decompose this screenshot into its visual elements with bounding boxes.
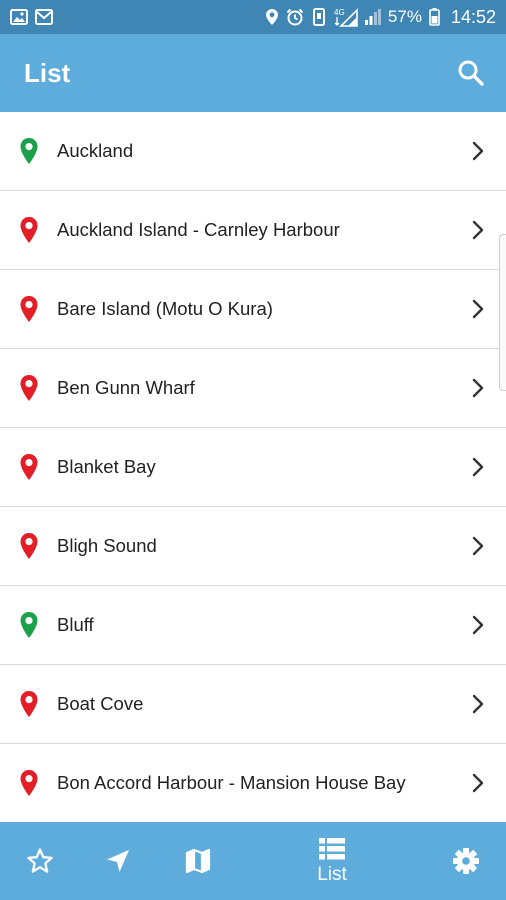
search-icon — [458, 60, 484, 86]
list-item[interactable]: Auckland — [0, 112, 506, 191]
vibrate-icon — [311, 8, 327, 26]
location-name: Bluff — [57, 614, 94, 635]
list-item[interactable]: Bon Accord Harbour - Mansion House Bay — [0, 744, 506, 822]
map-pin-icon — [18, 768, 40, 798]
map-icon — [185, 848, 211, 874]
alarm-icon — [286, 8, 304, 26]
chevron-right-icon — [470, 457, 486, 477]
email-icon — [35, 9, 53, 25]
4g-signal-icon: 4G — [334, 7, 358, 27]
svg-text:4G: 4G — [334, 8, 345, 17]
chevron-right-icon — [470, 536, 486, 556]
map-pin-icon — [18, 610, 40, 640]
clock-time: 14:52 — [450, 6, 496, 27]
nav-settings-button[interactable] — [444, 822, 488, 900]
page-title: List — [24, 57, 71, 88]
list-item[interactable]: Ben Gunn Wharf — [0, 349, 506, 428]
nav-list-label: List — [317, 863, 347, 885]
map-pin-icon — [18, 689, 40, 719]
map-pin-icon — [18, 373, 40, 403]
map-pin-icon — [18, 215, 40, 245]
location-name: Boat Cove — [57, 693, 144, 714]
chevron-right-icon — [470, 773, 486, 793]
scroll-handle[interactable] — [499, 234, 506, 391]
chevron-right-icon — [470, 378, 486, 398]
battery-icon — [429, 8, 440, 26]
bottom-nav: List — [0, 822, 506, 900]
list-item[interactable]: Auckland Island - Carnley Harbour — [0, 191, 506, 270]
list-item[interactable]: Bare Island (Motu O Kura) — [0, 270, 506, 349]
map-pin-icon — [18, 136, 40, 166]
location-icon — [265, 8, 279, 26]
signal-icon — [364, 8, 381, 26]
list-item[interactable]: Bligh Sound — [0, 507, 506, 586]
navigation-arrow-icon — [107, 850, 129, 872]
status-left — [10, 9, 53, 25]
location-name: Bon Accord Harbour - Mansion House Bay — [57, 772, 406, 793]
location-list[interactable]: Auckland Auckland Island - Carnley Harbou… — [0, 112, 506, 822]
location-name: Auckland — [57, 140, 134, 161]
star-icon — [27, 848, 53, 873]
chevron-right-icon — [470, 141, 486, 161]
chevron-right-icon — [470, 220, 486, 240]
location-name: Ben Gunn Wharf — [57, 377, 195, 398]
status-bar: 4G 57% 14:52 — [0, 0, 506, 34]
list-item[interactable]: Blanket Bay — [0, 428, 506, 507]
list-item[interactable]: Bluff — [0, 586, 506, 665]
map-pin-icon — [18, 531, 40, 561]
gear-icon — [453, 848, 479, 874]
nav-list-button[interactable]: List — [300, 822, 364, 900]
location-name: Bligh Sound — [57, 535, 157, 556]
map-pin-icon — [18, 294, 40, 324]
chevron-right-icon — [470, 615, 486, 635]
map-pin-icon — [18, 452, 40, 482]
location-name: Blanket Bay — [57, 456, 156, 477]
nav-favorites-button[interactable] — [18, 822, 62, 900]
chevron-right-icon — [470, 694, 486, 714]
search-button[interactable] — [456, 58, 486, 88]
battery-percent: 57% — [387, 7, 422, 26]
chevron-right-icon — [470, 299, 486, 319]
location-name: Auckland Island - Carnley Harbour — [57, 219, 340, 240]
list-icon — [319, 837, 345, 859]
app-bar: List — [0, 34, 506, 112]
nav-navigate-button[interactable] — [96, 822, 140, 900]
image-icon — [10, 9, 28, 25]
list-item[interactable]: Boat Cove — [0, 665, 506, 744]
status-right: 4G 57% 14:52 — [265, 7, 496, 28]
location-name: Bare Island (Motu O Kura) — [57, 298, 273, 319]
nav-map-button[interactable] — [176, 822, 220, 900]
